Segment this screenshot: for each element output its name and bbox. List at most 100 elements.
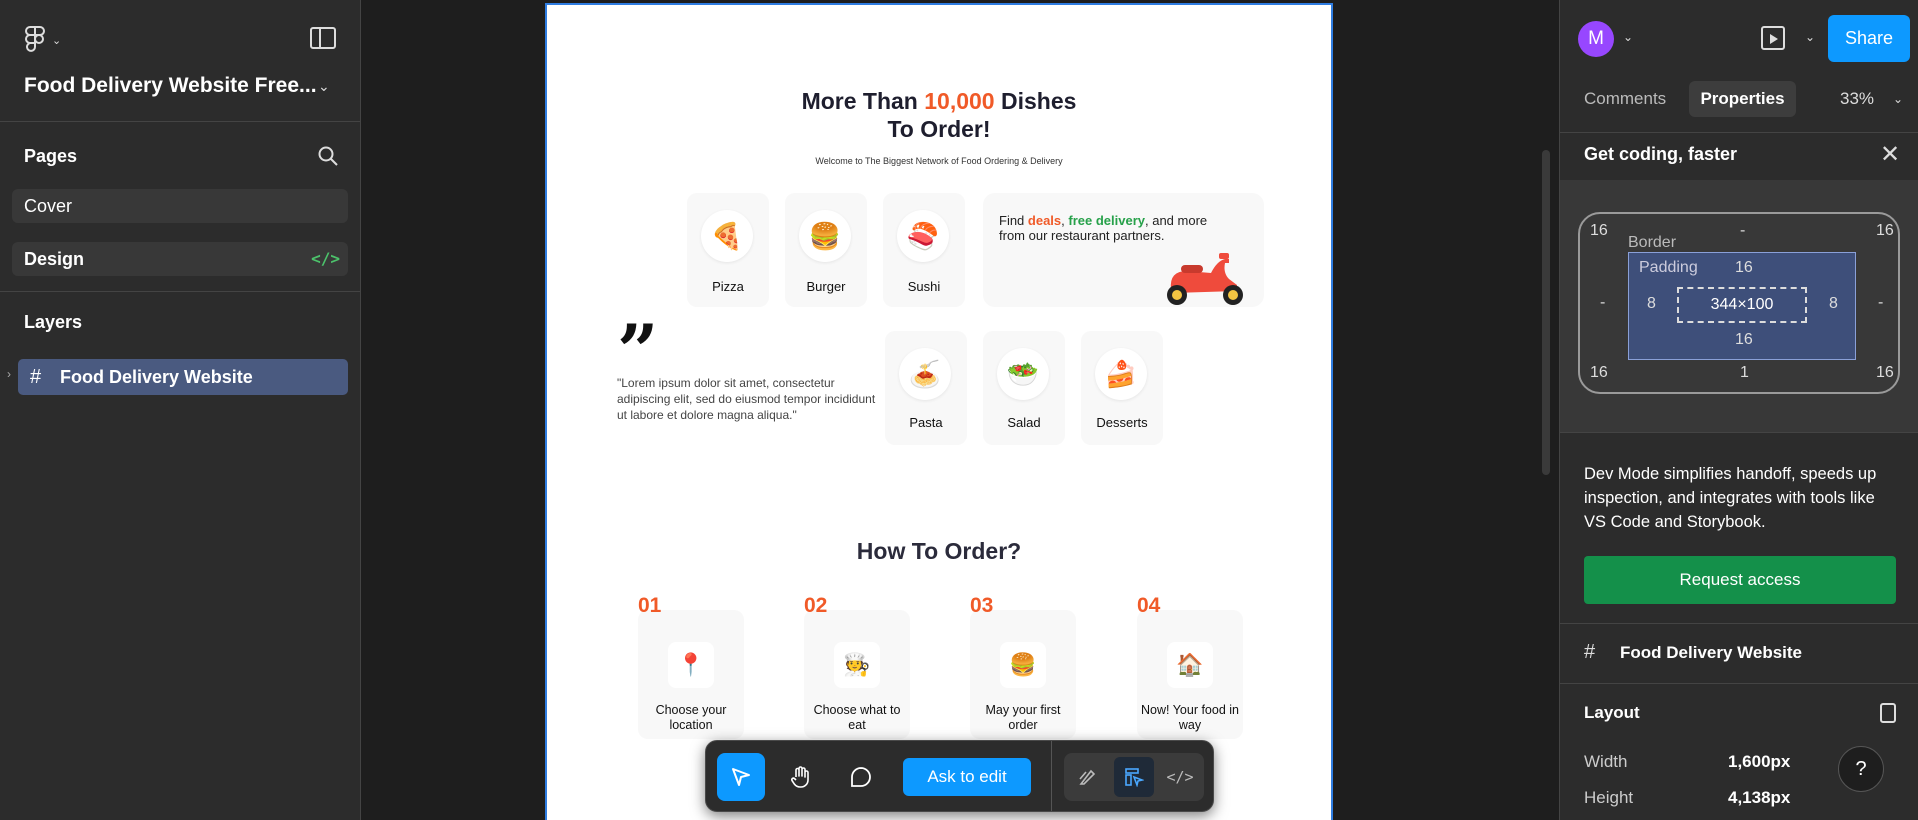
step-label: Choose your location xyxy=(655,703,727,732)
quote-text: "Lorem ipsum dolor sit amet, consectetur… xyxy=(617,376,876,422)
promo-deals: deals xyxy=(1027,213,1062,228)
pasta-icon: 🍝 xyxy=(899,348,951,400)
category-card-pasta: 🍝 Pasta xyxy=(885,331,967,445)
design-mode-button[interactable] xyxy=(1114,757,1154,797)
border-top-value: - xyxy=(1740,222,1746,239)
move-tool-button[interactable] xyxy=(717,753,765,801)
padding-bottom-value: 16 xyxy=(1735,331,1753,348)
quote-icon: ” xyxy=(617,308,659,393)
burger-icon: 🍔 xyxy=(1000,642,1046,688)
get-coding-title: Get coding, faster xyxy=(1584,144,1738,164)
canvas[interactable]: More Than 10,000 Dishes To Order! Welcom… xyxy=(362,0,1559,820)
hand-tool-button[interactable] xyxy=(777,753,825,801)
how-to-order-title: How To Order? xyxy=(856,538,1022,564)
sidebar-toggle-icon[interactable] xyxy=(310,27,336,49)
border-bottom-value: 1 xyxy=(1740,364,1749,381)
zoom-level[interactable]: 33% xyxy=(1840,81,1874,117)
corner-top-left: 16 xyxy=(1590,222,1608,239)
chevron-down-icon[interactable]: ⌄ xyxy=(1805,30,1815,44)
code-icon: </> xyxy=(311,249,340,268)
request-access-button[interactable]: Request access xyxy=(1584,556,1896,604)
step-card: 🧑‍🍳 Choose what to eat xyxy=(804,610,910,739)
layer-item-food-delivery-website[interactable]: # Food Delivery Website xyxy=(18,359,348,395)
page-item-cover[interactable]: Cover xyxy=(12,189,348,223)
main-menu-button[interactable]: ⌄ xyxy=(24,26,61,54)
content-size: 344×100 xyxy=(1677,287,1807,323)
divider xyxy=(1560,683,1918,684)
close-icon[interactable]: ✕ xyxy=(1880,140,1900,169)
avatar[interactable]: M xyxy=(1578,21,1614,57)
padding-left-value: 8 xyxy=(1647,295,1656,312)
pages-panel: Pages Cover Design </> xyxy=(0,122,360,292)
help-button[interactable]: ? xyxy=(1838,746,1884,792)
step-label: Now! Your food in way xyxy=(1141,703,1239,732)
dev-mode-description: Dev Mode simplifies handoff, speeds up i… xyxy=(1584,465,1877,531)
sushi-icon: 🍣 xyxy=(897,210,949,262)
location-pin-icon: 📍 xyxy=(668,642,714,688)
chevron-down-icon[interactable]: ⌄ xyxy=(318,78,330,95)
vertical-scrollbar[interactable] xyxy=(1542,150,1550,475)
pizza-icon: 🍕 xyxy=(701,210,753,262)
hero-title-suffix: Dishes xyxy=(994,88,1077,114)
share-button[interactable]: Share xyxy=(1828,15,1910,62)
category-label: Salad xyxy=(1007,415,1041,430)
width-value: 1,600px xyxy=(1728,752,1791,771)
inspect-icon xyxy=(1125,768,1144,787)
get-coding-header: Get coding, faster ✕ xyxy=(1560,132,1918,180)
frame-icon: # xyxy=(1584,641,1596,663)
layers-heading: Layers xyxy=(24,312,83,332)
box-model-border: 16 16 16 16 Border - - - 1 Padding 16 8 … xyxy=(1578,212,1900,394)
category-card-pizza: 🍕 Pizza xyxy=(687,193,769,307)
hero-title: More Than 10,000 Dishes To Order! xyxy=(547,87,1331,143)
tab-properties[interactable]: Properties xyxy=(1689,81,1796,117)
selection-name: Food Delivery Website xyxy=(1620,643,1803,662)
corner-bottom-left: 16 xyxy=(1590,364,1608,381)
hero-title-line2: To Order! xyxy=(887,116,991,142)
step-card: 🏠 Now! Your food in way xyxy=(1137,610,1243,739)
draw-mode-button[interactable] xyxy=(1068,757,1108,797)
category-label: Pizza xyxy=(712,279,744,294)
page-item-design[interactable]: Design </> xyxy=(12,242,348,276)
layout-heading: Layout xyxy=(1584,703,1640,722)
hero-title-highlight: 10,000 xyxy=(924,88,995,114)
search-icon[interactable] xyxy=(318,146,338,166)
category-label: Pasta xyxy=(909,415,943,430)
comment-tool-button[interactable] xyxy=(837,753,885,801)
hand-icon xyxy=(791,766,809,788)
border-right-value: - xyxy=(1878,294,1884,311)
category-card-burger: 🍔 Burger xyxy=(785,193,867,307)
copy-icon[interactable] xyxy=(1880,703,1896,723)
dev-mode-button[interactable]: </> xyxy=(1160,757,1200,797)
page-label: Cover xyxy=(24,196,73,216)
category-card-sushi: 🍣 Sushi xyxy=(883,193,965,307)
chef-icon: 🧑‍🍳 xyxy=(834,642,880,688)
ask-to-edit-button[interactable]: Ask to edit xyxy=(903,758,1031,796)
box-model-preview: 16 16 16 16 Border - - - 1 Padding 16 8 … xyxy=(1560,180,1918,432)
design-frame[interactable]: More Than 10,000 Dishes To Order! Welcom… xyxy=(545,3,1333,820)
category-label: Desserts xyxy=(1096,415,1148,430)
right-panel: M ⌄ ⌄ Share Comments Properties 33% ⌄ Ge… xyxy=(1542,0,1918,820)
corner-bottom-right: 16 xyxy=(1876,364,1894,381)
step-number: 01 xyxy=(638,594,662,617)
promo-text: Find deals, free delivery, and more from… xyxy=(999,213,1229,243)
bottom-toolbar: Ask to edit </> xyxy=(705,740,1214,812)
tab-comments[interactable]: Comments xyxy=(1584,81,1666,117)
width-label: Width xyxy=(1584,752,1628,771)
category-card-salad: 🥗 Salad xyxy=(983,331,1065,445)
step-number: 04 xyxy=(1137,594,1161,617)
present-icon[interactable] xyxy=(1761,26,1785,50)
file-title[interactable]: Food Delivery Website Free... xyxy=(24,74,317,98)
step-number: 03 xyxy=(970,594,994,617)
step-2: 🧑‍🍳 Choose what to eat 02 xyxy=(804,594,910,739)
comment-icon xyxy=(851,767,871,787)
sidebar-header: ⌄ Food Delivery Website Free... ⌄ xyxy=(0,0,360,122)
divider xyxy=(1560,623,1918,624)
step-4: 🏠 Now! Your food in way 04 xyxy=(1137,594,1243,739)
step-label: Choose what to eat xyxy=(813,703,901,732)
expand-caret-icon[interactable]: › xyxy=(7,367,11,381)
step-card: 📍 Choose your location xyxy=(638,610,744,739)
chevron-down-icon[interactable]: ⌄ xyxy=(1893,81,1903,117)
cursor-icon xyxy=(732,768,750,786)
chevron-down-icon[interactable]: ⌄ xyxy=(1623,30,1633,44)
step-3: 🍔 May your first order 03 xyxy=(970,594,1076,739)
